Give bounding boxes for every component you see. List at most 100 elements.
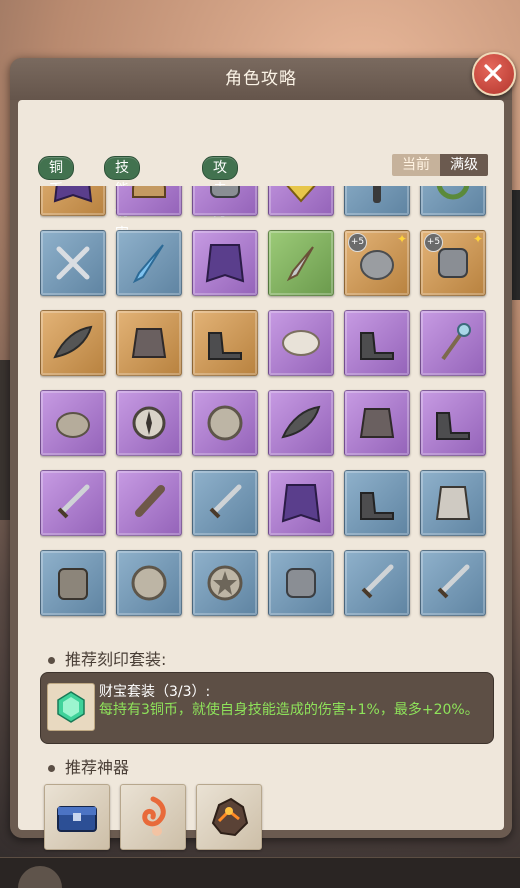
imprint-set-name: 财宝套装（3/3）: [99, 684, 211, 700]
imprint-section-title: 推荐刻印套装: [48, 646, 166, 670]
equipment-grid: +5 ✦ +5 ✦ [40, 186, 500, 686]
guide-panel: 角色攻略 铜币 技能伤害 攻击力 当前 满级 +5 ✦ +5 ✦ 推荐刻印套装: [10, 52, 516, 850]
bottom-nav-bar [0, 857, 520, 888]
boots-icon [360, 492, 394, 520]
equipment-slot[interactable] [268, 550, 334, 616]
equipment-slot[interactable] [268, 470, 334, 536]
bottom-nav-button[interactable] [18, 866, 62, 888]
artifact-section-label: 推荐神器 [65, 758, 130, 777]
coin-icon [131, 565, 167, 601]
equipment-slot[interactable] [40, 230, 106, 296]
boots-icon [208, 332, 242, 360]
equipment-slot[interactable] [40, 186, 106, 216]
close-icon [484, 64, 502, 82]
level-current-button[interactable]: 当前 [392, 154, 440, 176]
equipment-slot[interactable] [420, 390, 486, 456]
imprint-set-card[interactable]: 财宝套装（3/3）: 每持有3铜币，就使自身技能造成的伤害+1%，最多+20%。 [40, 672, 494, 744]
star-badge-icon: ✦ [472, 232, 483, 246]
gauntlet-icon [286, 568, 316, 598]
wing-icon [53, 325, 93, 359]
double-blade-icon [56, 246, 90, 280]
equipment-slot[interactable] [192, 230, 258, 296]
enhance-level-badge: +5 [348, 233, 367, 252]
jewel-icon [286, 186, 316, 203]
sword-icon [209, 484, 242, 519]
equipment-slot[interactable] [192, 186, 258, 216]
equipment-slot[interactable] [192, 390, 258, 456]
armor-icon [359, 408, 395, 438]
cape-icon [205, 244, 245, 283]
imprint-set-icon [47, 683, 95, 731]
equipment-slot[interactable] [344, 186, 410, 216]
artifact-lava-rock[interactable] [196, 784, 262, 850]
equipment-slot[interactable] [268, 230, 334, 296]
armor-icon [131, 328, 167, 358]
enhance-level-badge: +5 [424, 233, 443, 252]
equipment-slot[interactable] [192, 470, 258, 536]
content-paper: 铜币 技能伤害 攻击力 当前 满级 +5 ✦ +5 ✦ 推荐刻印套装: 财宝套装（3/… [18, 100, 504, 850]
equipment-slot[interactable] [344, 390, 410, 456]
cape-icon [281, 484, 321, 523]
tab-skill-damage[interactable]: 技能伤害 [104, 156, 140, 242]
close-button[interactable] [472, 52, 516, 96]
artifact-fire-swirl[interactable] [120, 784, 186, 850]
coin-icon [207, 405, 243, 441]
club-icon [135, 485, 165, 517]
level-max-button[interactable]: 满级 [440, 154, 488, 176]
equipment-slot[interactable]: +5 ✦ [344, 230, 410, 296]
sword-icon [57, 484, 90, 519]
equipment-slot[interactable] [268, 186, 334, 216]
helmet-icon [132, 186, 166, 198]
equipment-slot[interactable] [420, 186, 486, 216]
equipment-slot[interactable] [268, 390, 334, 456]
equipment-slot[interactable]: +5 ✦ [420, 230, 486, 296]
equipment-slot[interactable] [268, 310, 334, 376]
equipment-slot[interactable] [116, 470, 182, 536]
equipment-slot[interactable] [192, 310, 258, 376]
equipment-slot[interactable] [420, 310, 486, 376]
equipment-slot[interactable] [116, 310, 182, 376]
panel-header: 角色攻略 [10, 58, 512, 100]
tab-copper-coin[interactable]: 铜币 [38, 156, 74, 198]
tab-attack[interactable]: 攻击力 [202, 156, 238, 220]
bullet-dot [48, 657, 55, 664]
artifact-treasure-chest[interactable] [44, 784, 110, 850]
compass-icon [132, 406, 166, 440]
crystal-dagger-icon [132, 244, 164, 284]
vest-icon [435, 486, 471, 520]
equipment-slot[interactable] [420, 470, 486, 536]
level-toggle: 当前 满级 [392, 154, 488, 176]
equipment-slot[interactable] [40, 470, 106, 536]
wing-icon [281, 405, 321, 439]
panel-title: 角色攻略 [225, 69, 297, 89]
equipment-slot[interactable] [192, 550, 258, 616]
equipment-slot[interactable] [116, 186, 182, 216]
piggy-bank-icon [56, 412, 90, 438]
emerald-gem-icon [57, 691, 85, 723]
equipment-slot[interactable] [40, 550, 106, 616]
boots-icon [436, 412, 470, 440]
equipment-slot[interactable] [40, 310, 106, 376]
equipment-slot[interactable] [344, 550, 410, 616]
equipment-slot[interactable] [40, 390, 106, 456]
equipment-slot[interactable] [116, 230, 182, 296]
imprint-set-description: 每持有3铜币，就使自身技能造成的伤害+1%，最多+20%。 [99, 702, 479, 718]
gauntlet-icon [210, 186, 240, 198]
equipment-slot[interactable] [116, 390, 182, 456]
equipment-slot[interactable] [344, 470, 410, 536]
star-coin-icon [207, 565, 243, 601]
bullet-dot [48, 765, 55, 772]
wreath-icon [436, 186, 470, 200]
sword-icon [361, 564, 394, 599]
staff-icon [441, 323, 471, 361]
fur-collar-icon [282, 330, 320, 356]
rod-icon [373, 186, 381, 203]
imprint-section-label: 推荐刻印套装: [65, 650, 167, 669]
fire-swirl-icon [142, 796, 166, 836]
equipment-slot[interactable] [116, 550, 182, 616]
backpack-icon [58, 568, 88, 600]
equipment-slot[interactable] [420, 550, 486, 616]
star-badge-icon: ✦ [396, 232, 407, 246]
equipment-slot[interactable] [344, 310, 410, 376]
treasure-chest-icon [57, 806, 97, 832]
